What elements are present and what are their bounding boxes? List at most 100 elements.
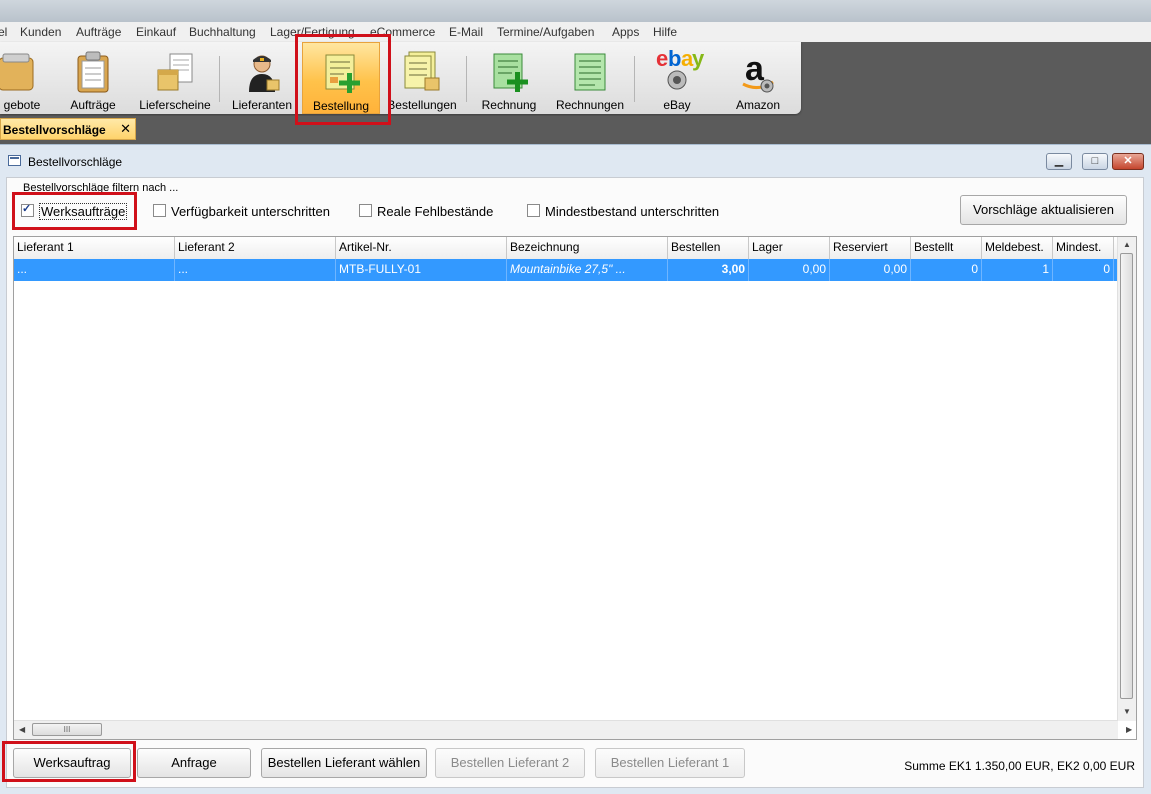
bestellen-lieferant-2-button[interactable]: Bestellen Lieferant 2 [435, 748, 585, 778]
menu-auftraege[interactable]: Aufträge [76, 25, 121, 39]
invoices-list-icon [574, 53, 606, 91]
suggestions-table: Lieferant 1 Lieferant 2 Artikel-Nr. Beze… [13, 236, 1137, 740]
menu-kunden[interactable]: Kunden [20, 25, 61, 39]
tab-bar [0, 116, 1151, 142]
orders-list-icon [404, 51, 440, 91]
filter-fehlbestaende-checkbox[interactable]: Reale Fehlbestände [359, 204, 493, 222]
horizontal-scroll-thumb[interactable]: III [32, 723, 102, 736]
toolbar-amazon-button[interactable]: a Amazon [722, 42, 794, 114]
toolbar-lieferscheine-button[interactable]: Lieferscheine [136, 42, 214, 114]
cell-lager[interactable]: 0,00 [749, 259, 830, 281]
bestellen-lieferant-1-button[interactable]: Bestellen Lieferant 1 [595, 748, 745, 778]
tab-close-icon[interactable]: ✕ [120, 121, 131, 137]
toolbar-lieferanten-button[interactable]: Lieferanten [226, 42, 298, 114]
cell-bestellt[interactable]: 0 [911, 259, 982, 281]
filter-mindestbestand-checkbox[interactable]: Mindestbestand unterschritten [527, 204, 719, 222]
horizontal-scrollbar[interactable]: ◀ III ▶ [14, 720, 1132, 739]
werksauftrag-button[interactable]: Werksauftrag [13, 748, 131, 778]
refresh-suggestions-button[interactable]: Vorschläge aktualisieren [960, 195, 1127, 225]
svg-text:y: y [692, 46, 705, 71]
menu-termine[interactable]: Termine/Aufgaben [497, 25, 594, 39]
svg-text:b: b [668, 46, 681, 71]
column-header[interactable]: Mindest. [1053, 237, 1114, 259]
toolbar-angebote-button[interactable]: gebote [0, 42, 46, 114]
scroll-left-icon[interactable]: ◀ [19, 725, 25, 734]
toolbar-rechnung-button[interactable]: Rechnung [474, 42, 544, 114]
scroll-up-icon[interactable]: ▲ [1123, 240, 1131, 249]
toolbar-rechnungen-button[interactable]: Rechnungen [550, 42, 630, 114]
delivery-note-icon [157, 53, 193, 91]
menu-bar: el Kunden Aufträge Einkauf Buchhaltung L… [0, 22, 1151, 43]
toolbar-label: Lieferanten [231, 98, 293, 112]
scroll-right-icon[interactable]: ▶ [1126, 725, 1132, 734]
toolbar-bestellungen-button[interactable]: Bestellungen [384, 42, 460, 114]
toolbar-label: Rechnungen [555, 98, 625, 112]
checkbox-icon [153, 204, 166, 217]
close-button[interactable]: ✕ [1112, 153, 1144, 170]
bestellen-lieferant-waehlen-button[interactable]: Bestellen Lieferant wählen [261, 748, 427, 778]
maximize-button[interactable]: □ [1082, 153, 1108, 170]
column-header[interactable]: Bestellen [668, 237, 749, 259]
menu-apps[interactable]: Apps [612, 25, 639, 39]
checkbox-label: Werksaufträge [39, 203, 128, 220]
menu-buchhaltung[interactable]: Buchhaltung [189, 25, 256, 39]
menu-hilfe[interactable]: Hilfe [653, 25, 677, 39]
menu-einkauf[interactable]: Einkauf [136, 25, 176, 39]
column-header[interactable]: Reserviert [830, 237, 911, 259]
menu-ecommerce[interactable]: eCommerce [370, 25, 435, 39]
toolbar-separator [219, 56, 220, 102]
menu-lager-fertigung[interactable]: Lager/Fertigung [270, 25, 355, 39]
clipboard-icon [77, 51, 109, 93]
toolbar-bestellung-button[interactable]: Bestellung [302, 42, 380, 114]
new-order-icon [325, 54, 360, 93]
bestellvorschlaege-window: Bestellvorschläge ▁ □ ✕ Bestellvorschläg… [0, 144, 1151, 794]
amazon-logo-icon: a [742, 50, 774, 93]
checkbox-icon [527, 204, 540, 217]
toolbar: gebote Aufträge Lieferscheine Lieferante… [0, 42, 801, 114]
anfrage-button[interactable]: Anfrage [137, 748, 251, 778]
folder-icon [0, 53, 34, 91]
checkbox-label: Verfügbarkeit unterschritten [171, 204, 330, 219]
toolbar-label: Lieferscheine [139, 98, 211, 112]
cell-bezeichnung[interactable]: Mountainbike 27,5" ... [507, 259, 668, 281]
column-header[interactable]: Lieferant 1 [14, 237, 175, 259]
toolbar-ebay-button[interactable]: ebay eBay [640, 42, 714, 114]
app-title-strip [0, 0, 1151, 22]
cell-reserviert[interactable]: 0,00 [830, 259, 911, 281]
toolbar-auftraege-button[interactable]: Aufträge [62, 42, 124, 114]
column-header[interactable]: Artikel-Nr. [336, 237, 507, 259]
toolbar-label: Aufträge [70, 98, 116, 112]
filter-werksauftraege-checkbox[interactable]: Werksaufträge [21, 202, 128, 222]
cell-lieferant-1[interactable]: ... [14, 259, 175, 281]
supplier-person-icon [249, 55, 280, 92]
tab-bestellvorschlaege[interactable]: Bestellvorschläge ✕ [0, 118, 136, 140]
svg-text:e: e [656, 46, 668, 71]
cell-lieferant-2[interactable]: ... [175, 259, 336, 281]
column-header[interactable]: Lieferant 2 [175, 237, 336, 259]
cell-mindestbestand[interactable]: 0 [1053, 259, 1114, 281]
minimize-button[interactable]: ▁ [1046, 153, 1072, 170]
table-header: Lieferant 1 Lieferant 2 Artikel-Nr. Beze… [14, 237, 1124, 260]
table-row[interactable]: ... ... MTB-FULLY-01 Mountainbike 27,5" … [14, 259, 1124, 281]
column-header[interactable]: Bezeichnung [507, 237, 668, 259]
content-panel: Bestellvorschläge filtern nach ... Werks… [6, 177, 1144, 788]
checkbox-label: Mindestbestand unterschritten [545, 204, 720, 219]
cell-artikel-nr[interactable]: MTB-FULLY-01 [336, 259, 507, 281]
toolbar-label: Rechnung [481, 98, 537, 112]
menu-email[interactable]: E-Mail [449, 25, 483, 39]
window-icon [8, 155, 21, 166]
scroll-down-icon[interactable]: ▼ [1123, 707, 1131, 716]
column-header[interactable]: Lager [749, 237, 830, 259]
vertical-scrollbar[interactable]: ▲ ▼ [1117, 237, 1136, 721]
menu-angebote[interactable]: el [0, 25, 7, 39]
column-header[interactable]: Bestellt [911, 237, 982, 259]
filter-verfuegbarkeit-checkbox[interactable]: Verfügbarkeit unterschritten [153, 204, 330, 222]
checkbox-checked-icon [21, 202, 34, 217]
vertical-scroll-thumb[interactable] [1120, 253, 1133, 699]
new-invoice-icon [493, 53, 528, 92]
cell-bestellen[interactable]: 3,00 [668, 259, 749, 281]
toolbar-label: gebote [3, 98, 41, 112]
cell-meldebestand[interactable]: 1 [982, 259, 1053, 281]
column-header[interactable]: Meldebest. [982, 237, 1053, 259]
toolbar-label: Bestellung [312, 99, 370, 113]
